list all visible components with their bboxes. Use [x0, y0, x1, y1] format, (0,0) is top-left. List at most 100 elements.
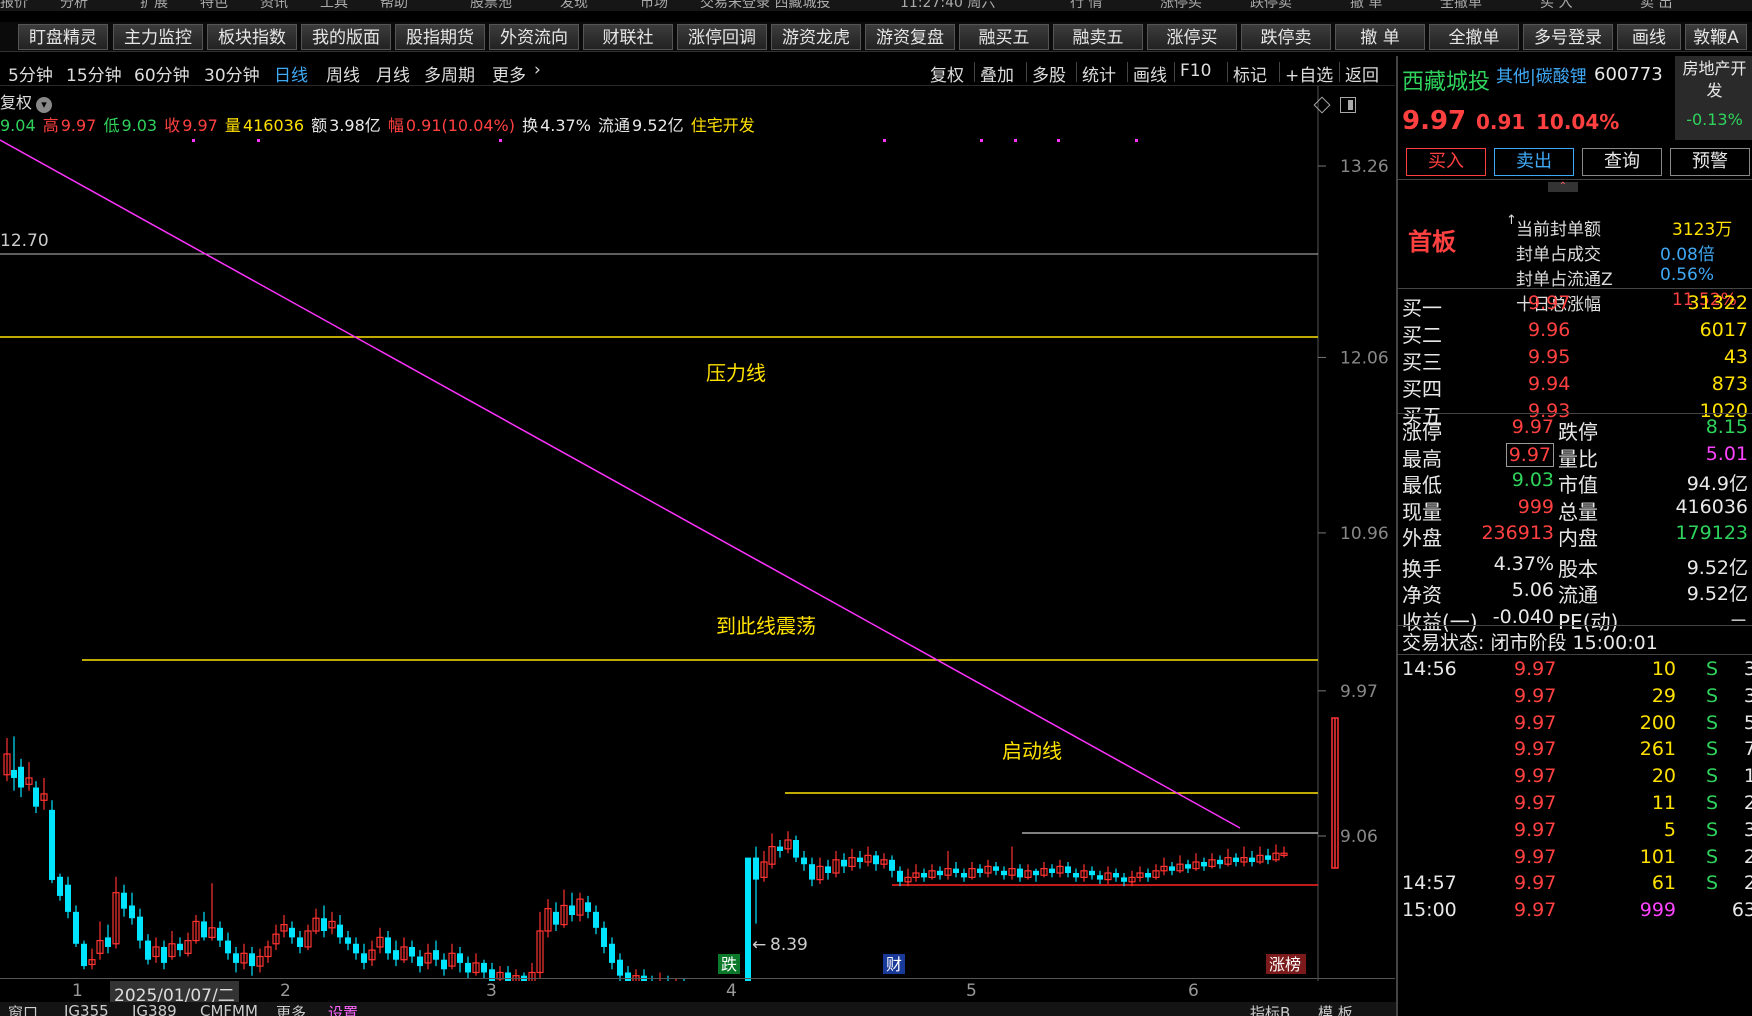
top-menu-item[interactable]: 跌停卖 — [1250, 0, 1292, 11]
fuquan-selector[interactable]: 复权 ▾ — [0, 89, 53, 113]
tick-row[interactable]: 14:57 9.97 61 S 2 — [1398, 872, 1752, 898]
period-tab[interactable]: 周线 — [326, 61, 360, 86]
toolbar-button[interactable]: 全撤单 — [1429, 24, 1519, 50]
period-tab[interactable]: 30分钟 — [204, 61, 260, 86]
tick-row[interactable]: 14:56 9.97 10 S 3 — [1398, 658, 1752, 684]
action-button[interactable]: 卖出 — [1494, 148, 1574, 176]
toolbar-button[interactable]: 撤 单 — [1335, 24, 1425, 50]
bid-volume: 43 — [1723, 346, 1748, 368]
tick-row[interactable]: 9.97 101 S 2 — [1398, 846, 1752, 872]
toolbar-button[interactable]: 游资复盘 — [865, 24, 955, 50]
toolbar-button[interactable]: 主力监控 — [113, 24, 203, 50]
indicator-tab[interactable]: JG355 — [64, 1002, 109, 1016]
top-menu-item[interactable]: 报价 — [0, 0, 28, 11]
indicator-tab[interactable]: 设置 — [328, 1002, 358, 1016]
top-menu-item[interactable]: 卖 出 — [1640, 0, 1672, 11]
action-button[interactable]: 买入 — [1406, 148, 1486, 176]
candle-body-down — [137, 916, 143, 941]
toolbar-button[interactable]: 游资龙虎 — [771, 24, 861, 50]
toolbar-button[interactable]: 外资流向 — [489, 24, 579, 50]
indicator-tab[interactable]: 窗口 — [8, 1002, 38, 1016]
trend-line[interactable] — [0, 139, 1241, 829]
top-menu-item[interactable]: 全撤单 — [1440, 0, 1482, 11]
period-tab[interactable]: 更多 — [492, 61, 526, 86]
top-menu-item[interactable]: 资讯 — [260, 0, 288, 11]
period-tab[interactable]: 月线 — [376, 61, 410, 86]
toolbar-button[interactable]: 板块指数 — [207, 24, 297, 50]
chart-tool-button[interactable]: +自选 — [1285, 61, 1333, 86]
top-menu-item[interactable]: 股票池 — [470, 0, 512, 11]
toolbar-button[interactable]: 涨停买 — [1147, 24, 1237, 50]
indicator-tab[interactable]: CMFMM — [200, 1002, 258, 1016]
candle-body-down — [417, 956, 423, 967]
chart-tool-button[interactable]: 叠加 — [980, 61, 1014, 86]
chart-tool-button[interactable]: 统计 — [1082, 61, 1116, 86]
top-menu-item[interactable]: 交易未登录 西藏城投 — [700, 0, 830, 11]
top-menu-item[interactable]: 涨停买 — [1160, 0, 1202, 11]
chart-tool-button[interactable]: 多股 — [1032, 61, 1066, 86]
top-menu-item[interactable]: 买 入 — [1540, 0, 1572, 11]
toolbar-button[interactable]: 股指期货 — [395, 24, 485, 50]
toolbar-button[interactable]: 涨停回调 — [677, 24, 767, 50]
tick-row[interactable]: 15:00 9.97 999 63 — [1398, 899, 1752, 925]
period-tab[interactable]: 15分钟 — [66, 61, 122, 86]
candle-body-down — [289, 927, 295, 938]
tick-row[interactable]: 9.97 261 S 7 — [1398, 738, 1752, 764]
top-menu-item[interactable]: 扩展 — [140, 0, 168, 11]
candle-body-down — [81, 943, 87, 967]
chart-tool-button[interactable]: 返回 — [1345, 61, 1379, 86]
indicator-tab[interactable]: 指标B — [1250, 1002, 1290, 1016]
tick-row[interactable]: 9.97 200 S 5 — [1398, 712, 1752, 738]
period-tab[interactable]: 日线 — [274, 61, 308, 86]
tick-row[interactable]: 9.97 20 S 1 — [1398, 765, 1752, 791]
top-menu-item[interactable]: 撤 单 — [1350, 0, 1382, 11]
period-tab[interactable]: 60分钟 — [134, 61, 190, 86]
chevron-right-icon[interactable]: › — [534, 60, 541, 80]
panel-toggle-icon[interactable] — [1340, 97, 1356, 113]
toolbar-button[interactable]: 融卖五 — [1053, 24, 1143, 50]
candle-body-down — [585, 902, 591, 912]
top-menu-item[interactable]: 市场 — [640, 0, 668, 11]
action-button[interactable]: 预警 — [1670, 148, 1750, 176]
tick-row[interactable]: 9.97 29 S 3 — [1398, 685, 1752, 711]
toolbar-button[interactable]: 画线 — [1617, 24, 1681, 50]
top-menu-item[interactable]: 工具 — [320, 0, 348, 11]
candlesticks[interactable] — [3, 717, 1339, 981]
toolbar-button[interactable]: 跌停卖 — [1241, 24, 1331, 50]
action-button[interactable]: 查询 — [1582, 148, 1662, 176]
chart-tool-button[interactable]: F10 — [1180, 61, 1211, 81]
toolbar-button[interactable]: 融买五 — [959, 24, 1049, 50]
kline-chart[interactable]: 13.26 12.06 10.96 9.97 9.06 12.70 压力线到此线震荡启动线 ←… — [0, 86, 1395, 981]
tick-row[interactable]: 9.97 5 S 3 — [1398, 819, 1752, 845]
toolbar-button[interactable]: 我的版面 — [301, 24, 391, 50]
toolbar-button[interactable]: 财联社 — [583, 24, 673, 50]
industry-box[interactable]: 房地产开发 -0.13% — [1675, 56, 1752, 140]
candle-body-down — [465, 962, 471, 973]
event-badge-die[interactable]: 跌 — [718, 954, 740, 974]
chart-tool-button[interactable]: 复权 — [930, 61, 964, 86]
sector-label[interactable]: 住宅开发 — [691, 116, 755, 135]
top-menu-item[interactable]: 特色 — [200, 0, 228, 11]
period-tab[interactable]: 5分钟 — [8, 61, 53, 86]
indicator-tab[interactable]: JG389 — [132, 1002, 177, 1016]
toolbar-button[interactable]: 多号登录 — [1523, 24, 1613, 50]
pin-icon: ↑ — [1506, 213, 1517, 228]
event-badge-zhangbang[interactable]: 涨榜 — [1266, 954, 1306, 974]
chart-tool-button[interactable]: 画线 — [1133, 61, 1167, 86]
top-menu-item[interactable]: 分析 — [60, 0, 88, 11]
top-menu-item[interactable]: 11:27:40 周六 — [900, 0, 995, 11]
toolbar-button[interactable]: 敦鞭A — [1685, 24, 1747, 50]
top-menu-item[interactable]: 发现 — [560, 0, 588, 11]
expand-arrow-icon[interactable]: ⌃ — [1548, 182, 1578, 192]
candle-body-down — [441, 959, 447, 970]
indicator-tab[interactable]: 更多 — [276, 1002, 306, 1016]
chart-tool-button[interactable]: 标记 — [1233, 61, 1267, 86]
event-badge-cai[interactable]: 财 — [883, 954, 905, 974]
top-menu-item[interactable]: 行 情 — [1070, 0, 1102, 11]
indicator-tab[interactable]: 模 板 — [1318, 1002, 1353, 1016]
top-menu-item[interactable]: 帮助 — [380, 0, 408, 11]
toolbar-button[interactable]: 盯盘精灵 — [18, 24, 108, 50]
period-tab[interactable]: 多周期 — [424, 61, 475, 86]
stock-tags[interactable]: 其他|碳酸锂 — [1496, 62, 1587, 87]
tick-row[interactable]: 9.97 11 S 2 — [1398, 792, 1752, 818]
